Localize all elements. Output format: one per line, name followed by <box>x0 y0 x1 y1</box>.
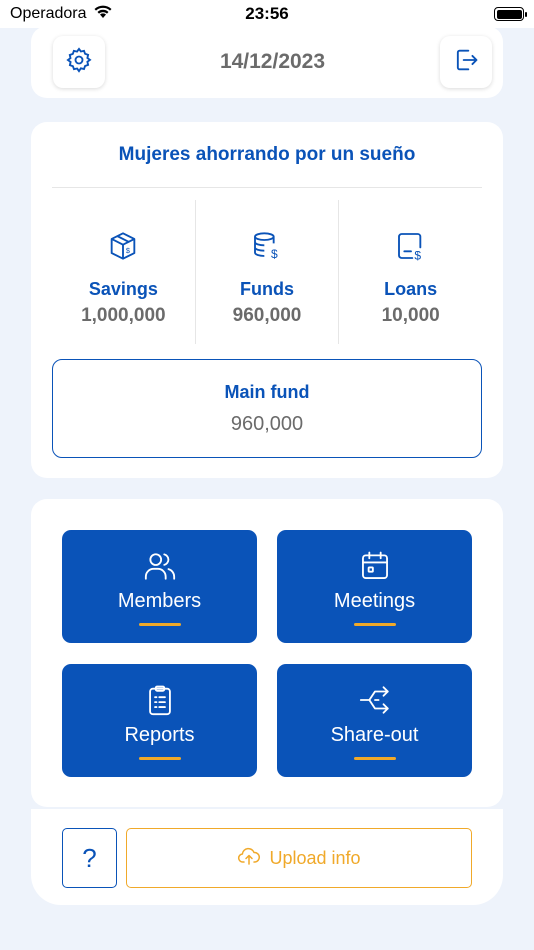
stat-label: Savings <box>88 279 158 299</box>
svg-text:$: $ <box>414 248 421 262</box>
stat-label: Loans <box>384 279 438 299</box>
share-out-icon <box>358 682 392 718</box>
loans-card-icon: $ <box>395 230 427 267</box>
tile-underline <box>138 757 181 760</box>
upload-info-button[interactable]: Upload info <box>126 828 472 888</box>
footer-card: ? Upload info <box>31 809 503 905</box>
share-out-button[interactable]: Share-out <box>277 664 472 777</box>
tile-label: Reports <box>124 724 195 746</box>
group-name: Mujeres ahorrando por un sueño <box>118 144 416 165</box>
main-fund-label: Main fund <box>224 381 310 402</box>
status-bar: Operadora 23:56 <box>0 0 534 28</box>
summary-card: Mujeres ahorrando por un sueño $ Savings… <box>31 122 503 478</box>
tile-underline <box>353 623 396 626</box>
meetings-button[interactable]: Meetings <box>277 530 472 643</box>
cloud-upload-icon <box>237 844 261 873</box>
logout-icon <box>452 46 480 79</box>
tile-label: Meetings <box>333 590 416 612</box>
divider <box>52 187 482 188</box>
settings-button[interactable] <box>53 36 105 88</box>
tile-label: Members <box>117 590 202 612</box>
gear-icon <box>65 46 93 79</box>
main-fund-box[interactable]: Main fund 960,000 <box>52 359 482 458</box>
tile-underline <box>138 623 181 626</box>
funds-coins-icon: $ <box>251 230 283 267</box>
reports-button[interactable]: Reports <box>62 664 257 777</box>
battery-icon <box>494 7 527 21</box>
stat-label: Funds <box>240 279 294 299</box>
upload-label: Upload info <box>269 847 361 868</box>
logout-button[interactable] <box>439 36 492 88</box>
svg-text:$: $ <box>271 247 278 261</box>
help-button[interactable]: ? <box>62 828 117 888</box>
status-left: Operadora <box>10 4 113 24</box>
tile-underline <box>353 757 396 760</box>
members-icon <box>143 548 177 584</box>
stats-row: $ Savings 1,000,000 $ Funds 960,000 $ Lo… <box>52 200 482 344</box>
tile-label: Share-out <box>330 724 419 746</box>
calendar-icon <box>358 548 392 584</box>
wifi-icon <box>93 4 113 24</box>
header-date: 14/12/2023 <box>219 50 326 73</box>
members-button[interactable]: Members <box>62 530 257 643</box>
stat-funds: $ Funds 960,000 <box>194 200 339 344</box>
stat-value: 960,000 <box>232 305 302 326</box>
main-fund-value: 960,000 <box>230 412 304 435</box>
header-card: 14/12/2023 <box>31 26 503 98</box>
stat-savings: $ Savings 1,000,000 <box>52 200 195 344</box>
savings-box-icon: $ <box>107 230 139 267</box>
help-label: ? <box>82 842 97 873</box>
stat-value: 10,000 <box>381 305 440 326</box>
menu-card: Members Meetings Reports Share-out <box>31 499 503 807</box>
clipboard-icon <box>143 682 177 718</box>
stat-value: 1,000,000 <box>81 305 166 326</box>
svg-text:$: $ <box>126 246 130 255</box>
stat-loans: $ Loans 10,000 <box>338 200 482 344</box>
carrier-label: Operadora <box>10 5 87 22</box>
